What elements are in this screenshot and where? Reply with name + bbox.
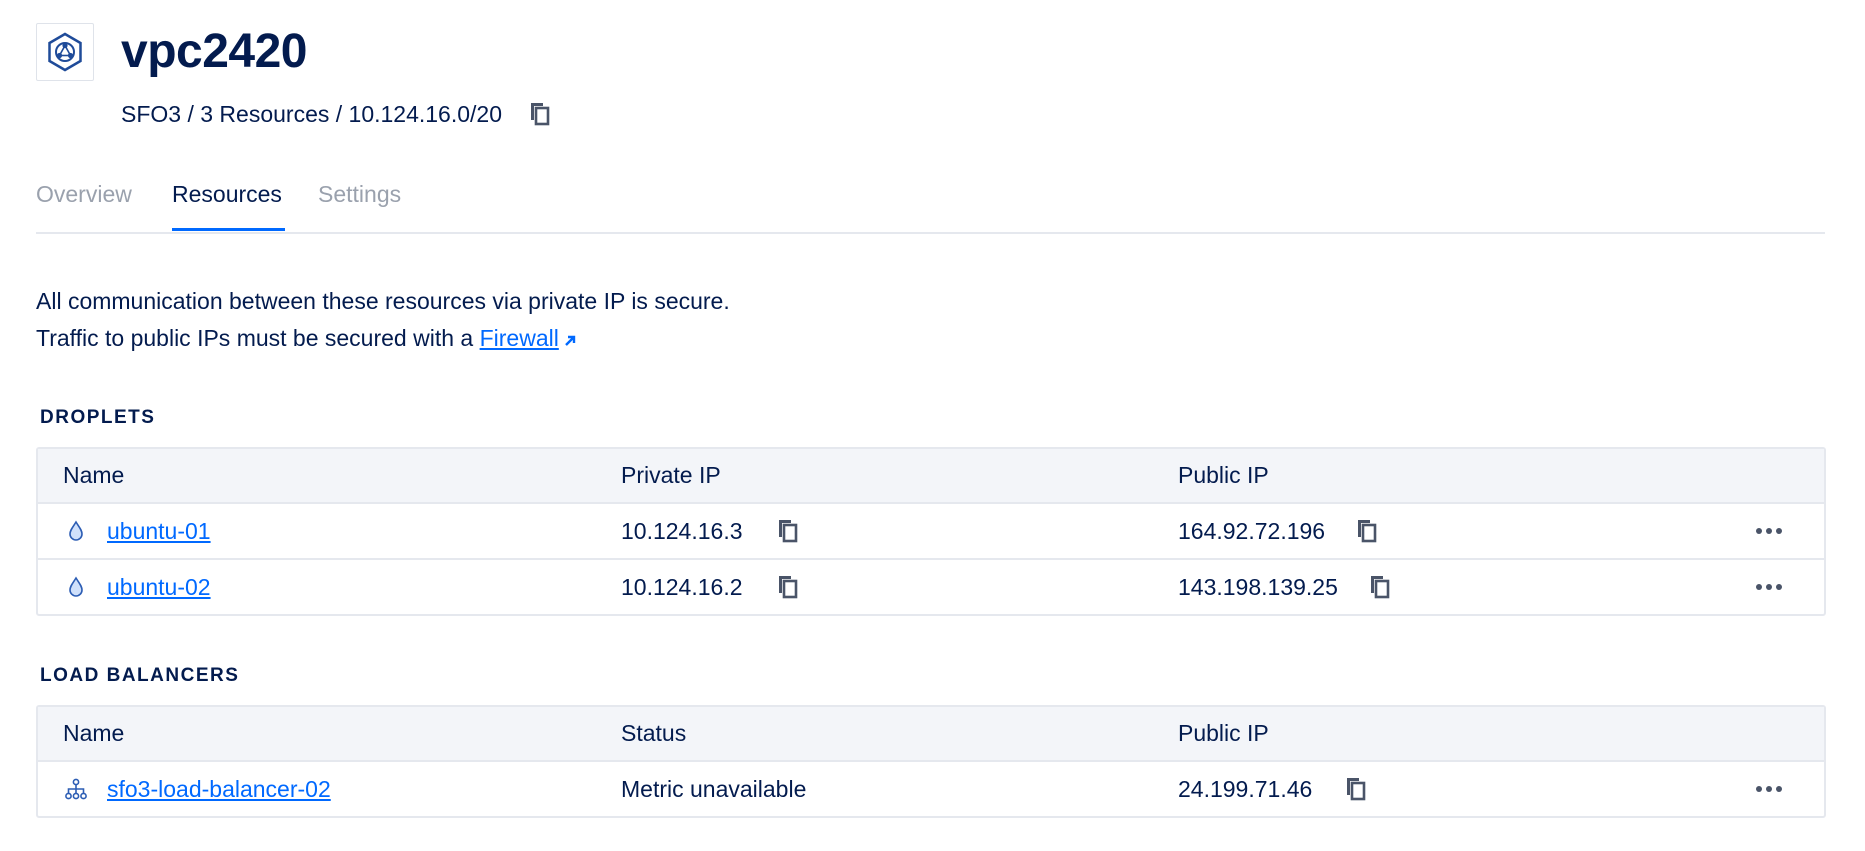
droplet-icon <box>65 520 87 542</box>
status-cell: Metric unavailable <box>621 775 807 802</box>
private-ip-value: 10.124.16.3 <box>621 517 743 544</box>
table-row: ubuntu-01 10.124.16.3 164.92.72.196 <box>38 502 1824 558</box>
droplet-icon <box>65 576 87 598</box>
vpc-network-icon <box>36 23 94 81</box>
public-ip-cell: 24.199.71.46 <box>1178 762 1366 816</box>
private-ip-value: 10.124.16.2 <box>621 573 743 600</box>
table-row: ubuntu-02 10.124.16.2 143.198.139.25 <box>38 558 1824 614</box>
column-header-public-ip: Public IP <box>1178 462 1269 488</box>
tab-bar: Overview Resources Settings <box>36 171 1825 234</box>
copy-icon[interactable] <box>526 100 552 128</box>
public-ip-value: 164.92.72.196 <box>1178 517 1326 544</box>
copy-icon[interactable] <box>1344 777 1366 801</box>
active-tab-indicator <box>172 228 285 231</box>
droplets-section-title: DROPLETS <box>40 407 156 428</box>
tab-overview[interactable]: Overview <box>36 179 132 209</box>
copy-icon[interactable] <box>776 519 798 543</box>
public-ip-value: 24.199.71.46 <box>1178 775 1313 802</box>
vpc-summary: SFO3 / 3 Resources / 10.124.16.0/20 <box>121 101 503 127</box>
more-options-icon[interactable] <box>1754 560 1784 614</box>
info-line-public-text: Traffic to public IPs must be secured wi… <box>36 325 474 351</box>
firewall-link[interactable]: Firewall <box>480 325 559 351</box>
column-header-name: Name <box>63 462 125 488</box>
droplets-table: Name Private IP Public IP ubuntu-01 10.1… <box>36 447 1826 616</box>
more-options-icon[interactable] <box>1754 762 1784 816</box>
table-row: sfo3-load-balancer-02 Metric unavailable… <box>38 760 1824 816</box>
public-ip-value: 143.198.139.25 <box>1178 573 1338 600</box>
public-ip-cell: 143.198.139.25 <box>1178 560 1390 614</box>
load-balancers-table: Name Status Public IP sfo3-load-balancer… <box>36 705 1826 818</box>
column-header-public-ip: Public IP <box>1178 720 1269 746</box>
copy-icon[interactable] <box>776 575 798 599</box>
column-header-private-ip: Private IP <box>621 462 721 488</box>
info-line-private: All communication between these resource… <box>36 288 730 314</box>
public-ip-cell: 164.92.72.196 <box>1178 504 1377 558</box>
security-info: All communication between these resource… <box>36 283 730 359</box>
page-title: vpc2420 <box>121 25 308 78</box>
droplet-link[interactable]: ubuntu-02 <box>107 574 211 601</box>
more-options-icon[interactable] <box>1754 504 1784 558</box>
copy-icon[interactable] <box>1355 519 1377 543</box>
info-line-public: Traffic to public IPs must be secured wi… <box>36 320 730 359</box>
table-header-row: Name Private IP Public IP <box>38 449 1824 502</box>
external-link-icon <box>563 322 577 359</box>
private-ip-cell: 10.124.16.3 <box>621 504 798 558</box>
column-header-name: Name <box>63 720 125 746</box>
droplet-name-cell: ubuntu-01 <box>65 504 211 558</box>
droplet-name-cell: ubuntu-02 <box>65 560 211 614</box>
table-header-row: Name Status Public IP <box>38 707 1824 760</box>
copy-icon[interactable] <box>1368 575 1390 599</box>
tab-settings[interactable]: Settings <box>318 179 401 209</box>
vpc-resources-page: vpc2420 SFO3 / 3 Resources / 10.124.16.0… <box>0 0 1865 851</box>
droplet-link[interactable]: ubuntu-01 <box>107 518 211 545</box>
load-balancer-icon <box>65 778 87 800</box>
load-balancers-section-title: LOAD BALANCERS <box>40 665 240 686</box>
load-balancer-name-cell: sfo3-load-balancer-02 <box>65 762 331 816</box>
load-balancer-link[interactable]: sfo3-load-balancer-02 <box>107 776 331 803</box>
column-header-status: Status <box>621 720 687 746</box>
tab-resources[interactable]: Resources <box>172 179 282 209</box>
private-ip-cell: 10.124.16.2 <box>621 560 798 614</box>
